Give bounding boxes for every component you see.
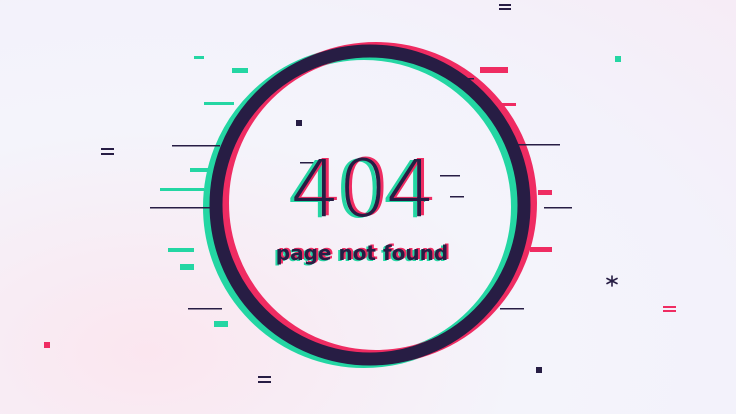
particle-dot [615,56,621,62]
glitch-slice [172,145,220,147]
glitch-slice [180,264,194,270]
glitch-slice [214,321,228,327]
glitch-slice [452,78,474,80]
glitch-slice [544,207,572,209]
glitch-slice [150,207,210,209]
particle-dash [258,381,271,383]
particle-dash [258,376,271,378]
particle-dash [663,306,676,308]
error-message-group: page not found page not found page not f… [262,238,462,268]
glitch-slice [168,248,194,252]
particle-dash [663,310,676,312]
error-code: 404 [290,145,436,235]
glitch-slice [190,168,208,172]
glitch-slice [502,103,516,106]
particle-dot [536,367,542,373]
glitch-slice [480,67,508,73]
glitch-slice [204,102,234,105]
error-message: page not found [275,241,449,265]
error-code-group: 404 404 404 [262,145,462,235]
particle-dot [44,342,50,348]
particle-dot [296,120,302,126]
glitch-slice [232,68,248,73]
asterisk-sparkle-icon [606,275,618,287]
glitch-slice [538,190,552,195]
error-404-illustration: 404 404 404 page not found page not foun… [0,0,736,414]
particle-dash [101,153,114,155]
glitch-slice [194,56,204,59]
glitch-slice [500,308,524,310]
particle-dash [499,4,511,6]
particle-dash [101,148,114,150]
glitch-slice [188,308,222,310]
glitch-slice [516,144,560,146]
glitch-slice [160,188,204,191]
particle-dash [499,8,511,10]
glitch-slice [530,247,552,252]
